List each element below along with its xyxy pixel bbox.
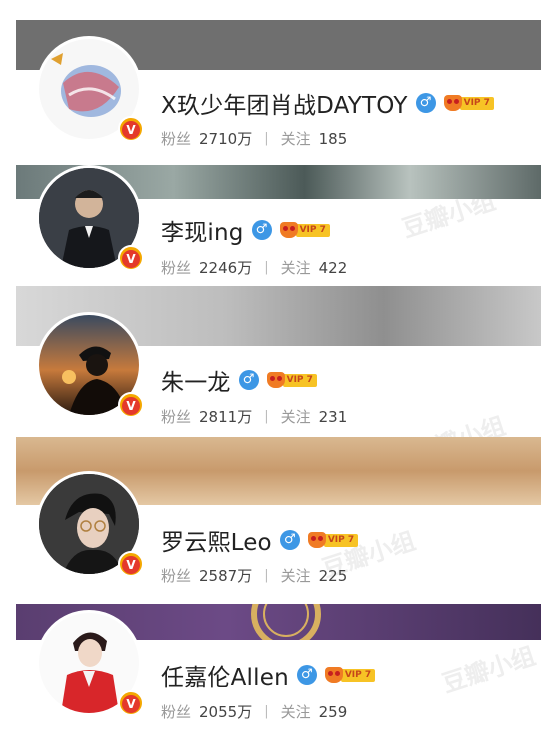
fans-count[interactable]: 2587万 (199, 565, 252, 586)
avatar[interactable]: V (36, 610, 144, 716)
follow-label: 关注 (280, 130, 311, 148)
divider: | (264, 409, 269, 424)
follow-label: 关注 (280, 567, 311, 585)
user-name[interactable]: 罗云熙Leo (161, 523, 272, 557)
fans-label: 粉丝 (161, 130, 192, 148)
user-name[interactable]: 任嘉伦Allen (161, 658, 289, 692)
user-card[interactable]: V 朱一龙 ♂ VIP 7 粉丝 2811万 | 关注 231 (16, 286, 541, 431)
fans-label: 粉丝 (161, 703, 192, 721)
male-icon: ♂ (238, 370, 259, 390)
crown-icon (324, 667, 343, 683)
avatar[interactable]: V (36, 36, 144, 142)
user-card[interactable]: V 李现ing ♂ VIP 7 粉丝 2246万 | 关注 422 (16, 165, 541, 287)
user-name[interactable]: X玖少年团肖战DAYTOY (161, 86, 408, 120)
divider: | (264, 260, 269, 275)
user-name[interactable]: 李现ing (161, 213, 244, 247)
crown-icon (279, 222, 298, 238)
crown-icon (266, 372, 285, 388)
follow-count[interactable]: 225 (319, 567, 348, 585)
follow-count[interactable]: 422 (319, 259, 348, 277)
fans-count[interactable]: 2710万 (199, 128, 252, 149)
verified-icon: V (118, 245, 144, 271)
crown-icon (307, 532, 326, 548)
follow-count[interactable]: 231 (319, 408, 348, 426)
male-icon: ♂ (251, 220, 272, 240)
verified-icon: V (118, 551, 144, 577)
user-name[interactable]: 朱一龙 (161, 363, 231, 397)
vip-badge: VIP 7 (324, 667, 376, 683)
vip-badge: VIP 7 (266, 372, 317, 388)
vip-badge: VIP 7 (443, 95, 494, 111)
follow-count[interactable]: 185 (319, 130, 348, 148)
fans-label: 粉丝 (161, 567, 192, 585)
divider: | (264, 131, 269, 146)
avatar[interactable]: V (36, 471, 144, 577)
fans-label: 粉丝 (161, 259, 192, 277)
user-card[interactable]: V X玖少年团肖战DAYTOY ♂ VIP 7 粉丝 2710万 | 关注 18… (16, 20, 541, 160)
fans-count[interactable]: 2055万 (199, 701, 252, 722)
follow-label: 关注 (280, 259, 311, 277)
male-icon: ♂ (415, 93, 436, 113)
avatar[interactable]: V (36, 165, 144, 271)
verified-icon: V (118, 690, 144, 716)
fans-count[interactable]: 2246万 (199, 257, 252, 278)
user-card[interactable]: V 罗云熙Leo ♂ VIP 7 粉丝 2587万 | 关注 225 (16, 437, 541, 587)
verified-icon: V (118, 392, 144, 418)
follow-label: 关注 (280, 703, 311, 721)
crown-icon (443, 95, 462, 111)
follow-count[interactable]: 259 (319, 703, 348, 721)
fans-count[interactable]: 2811万 (199, 406, 252, 427)
divider: | (264, 704, 269, 719)
divider: | (264, 568, 269, 583)
user-card[interactable]: V 任嘉伦Allen ♂ VIP 7 粉丝 2055万 | 关注 259 (16, 604, 541, 734)
follow-label: 关注 (280, 408, 311, 426)
avatar[interactable]: V (36, 312, 144, 418)
male-icon: ♂ (279, 530, 300, 550)
male-icon: ♂ (296, 665, 317, 685)
verified-icon: V (118, 116, 144, 142)
vip-badge: VIP 7 (307, 532, 359, 548)
fans-label: 粉丝 (161, 408, 192, 426)
vip-badge: VIP 7 (279, 222, 330, 238)
